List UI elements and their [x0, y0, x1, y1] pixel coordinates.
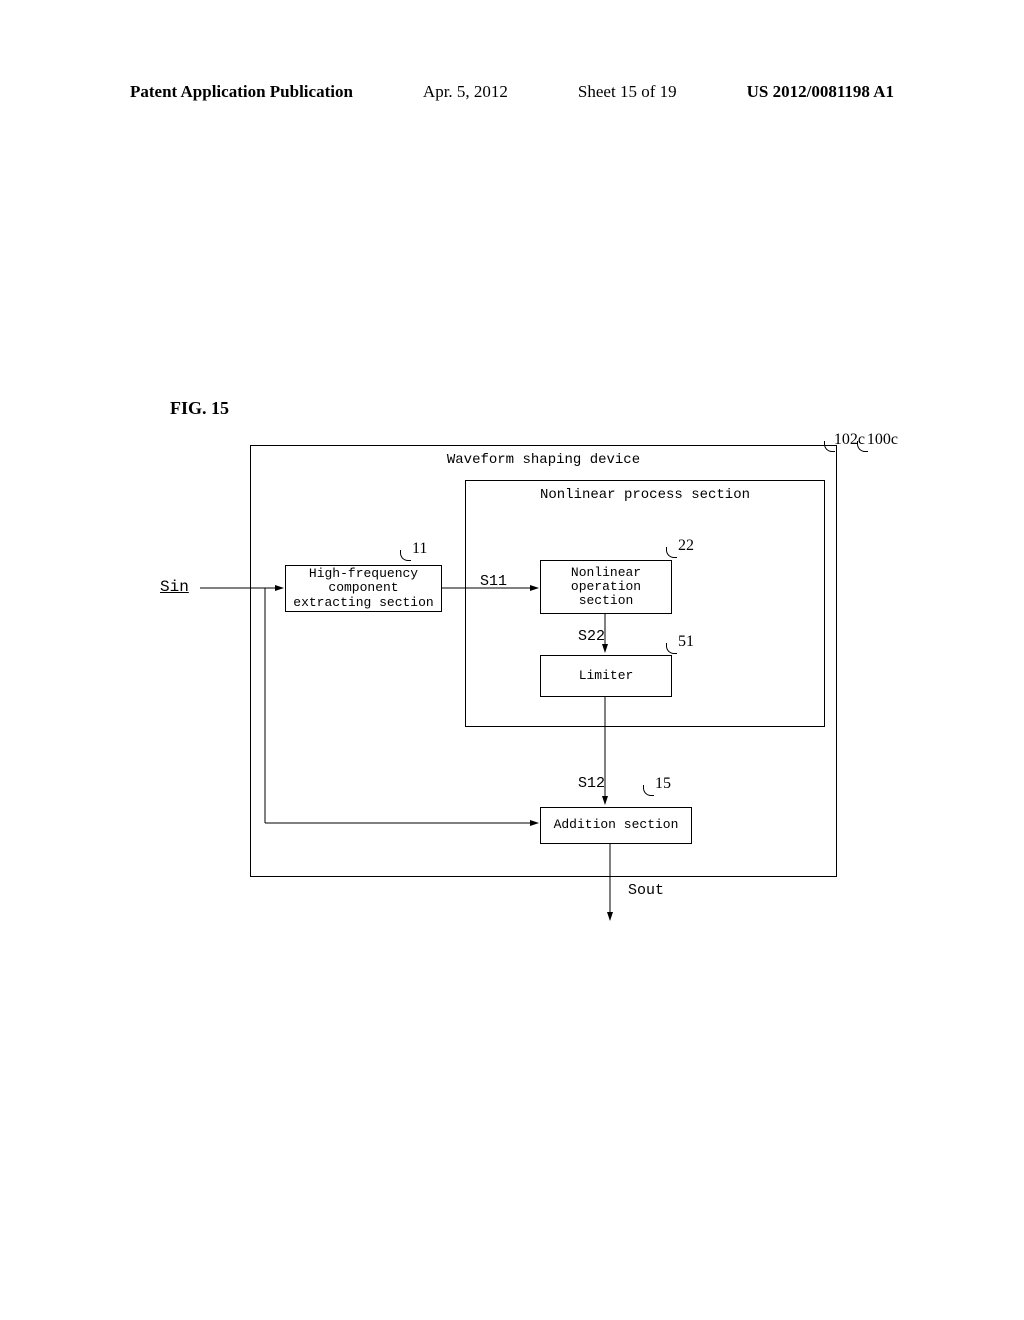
signal-s12-label: S12	[578, 775, 605, 792]
reference-number-15: 15	[655, 775, 671, 793]
publication-label: Patent Application Publication	[130, 82, 353, 102]
figure-label: FIG. 15	[170, 398, 229, 419]
reference-number-100c: 100c	[867, 431, 898, 449]
block-diagram: Sin Waveform shaping device 100c Nonline…	[250, 445, 870, 915]
reference-number-22: 22	[678, 537, 694, 555]
addition-block-label: Addition section	[554, 818, 679, 832]
publication-date: Apr. 5, 2012	[423, 82, 508, 102]
signal-s11-label: S11	[480, 573, 507, 590]
publication-number: US 2012/0081198 A1	[747, 82, 894, 102]
nl-block-label: Nonlinear operation section	[571, 566, 641, 609]
limiter-block: Limiter	[540, 655, 672, 697]
nonlinear-operation-block: Nonlinear operation section	[540, 560, 672, 614]
page-header: Patent Application Publication Apr. 5, 2…	[0, 82, 1024, 102]
inner-box-title: Nonlinear process section	[466, 487, 824, 503]
high-frequency-extracting-block: High-frequency component extracting sect…	[285, 565, 442, 612]
reference-number-11: 11	[412, 540, 427, 558]
sheet-number: Sheet 15 of 19	[578, 82, 677, 102]
hf-block-label: High-frequency component extracting sect…	[293, 567, 433, 610]
outer-box-title: Waveform shaping device	[251, 452, 836, 468]
output-signal-label: Sout	[628, 882, 664, 899]
signal-s22-label: S22	[578, 628, 605, 645]
reference-number-102c: 102c	[834, 431, 865, 449]
limiter-block-label: Limiter	[579, 669, 634, 683]
addition-block: Addition section	[540, 807, 692, 844]
reference-number-51: 51	[678, 633, 694, 651]
